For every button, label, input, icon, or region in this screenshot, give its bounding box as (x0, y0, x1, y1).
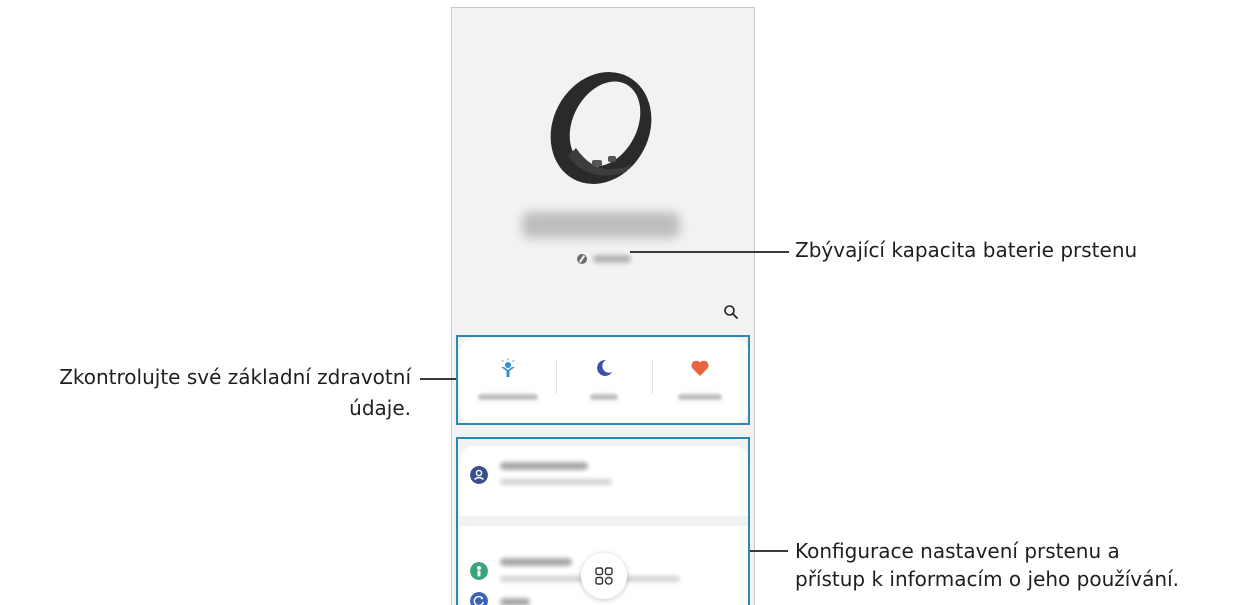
health-callout-text-line1: Zkontrolujte své základní zdravotní (59, 365, 411, 389)
health-callout-line (420, 378, 456, 380)
battery-icon (577, 254, 587, 264)
battery-callout-text: Zbývající kapacita baterie prstenu (795, 238, 1138, 262)
battery-callout-line (630, 251, 789, 253)
settings-highlight-box (456, 437, 750, 605)
settings-callout-text-line1: Konfigurace nastavení prstenu a (795, 539, 1120, 563)
battery-status (577, 252, 631, 266)
health-highlight-box (456, 335, 750, 425)
device-name (522, 212, 680, 238)
battery-value (593, 255, 631, 263)
settings-callout-text-line2: přístup k informacím o jeho používání. (795, 567, 1179, 591)
ring-image (550, 72, 652, 184)
search-icon[interactable] (723, 304, 739, 320)
settings-callout-line (750, 550, 788, 552)
health-callout-text-line2: údaje. (349, 396, 411, 420)
